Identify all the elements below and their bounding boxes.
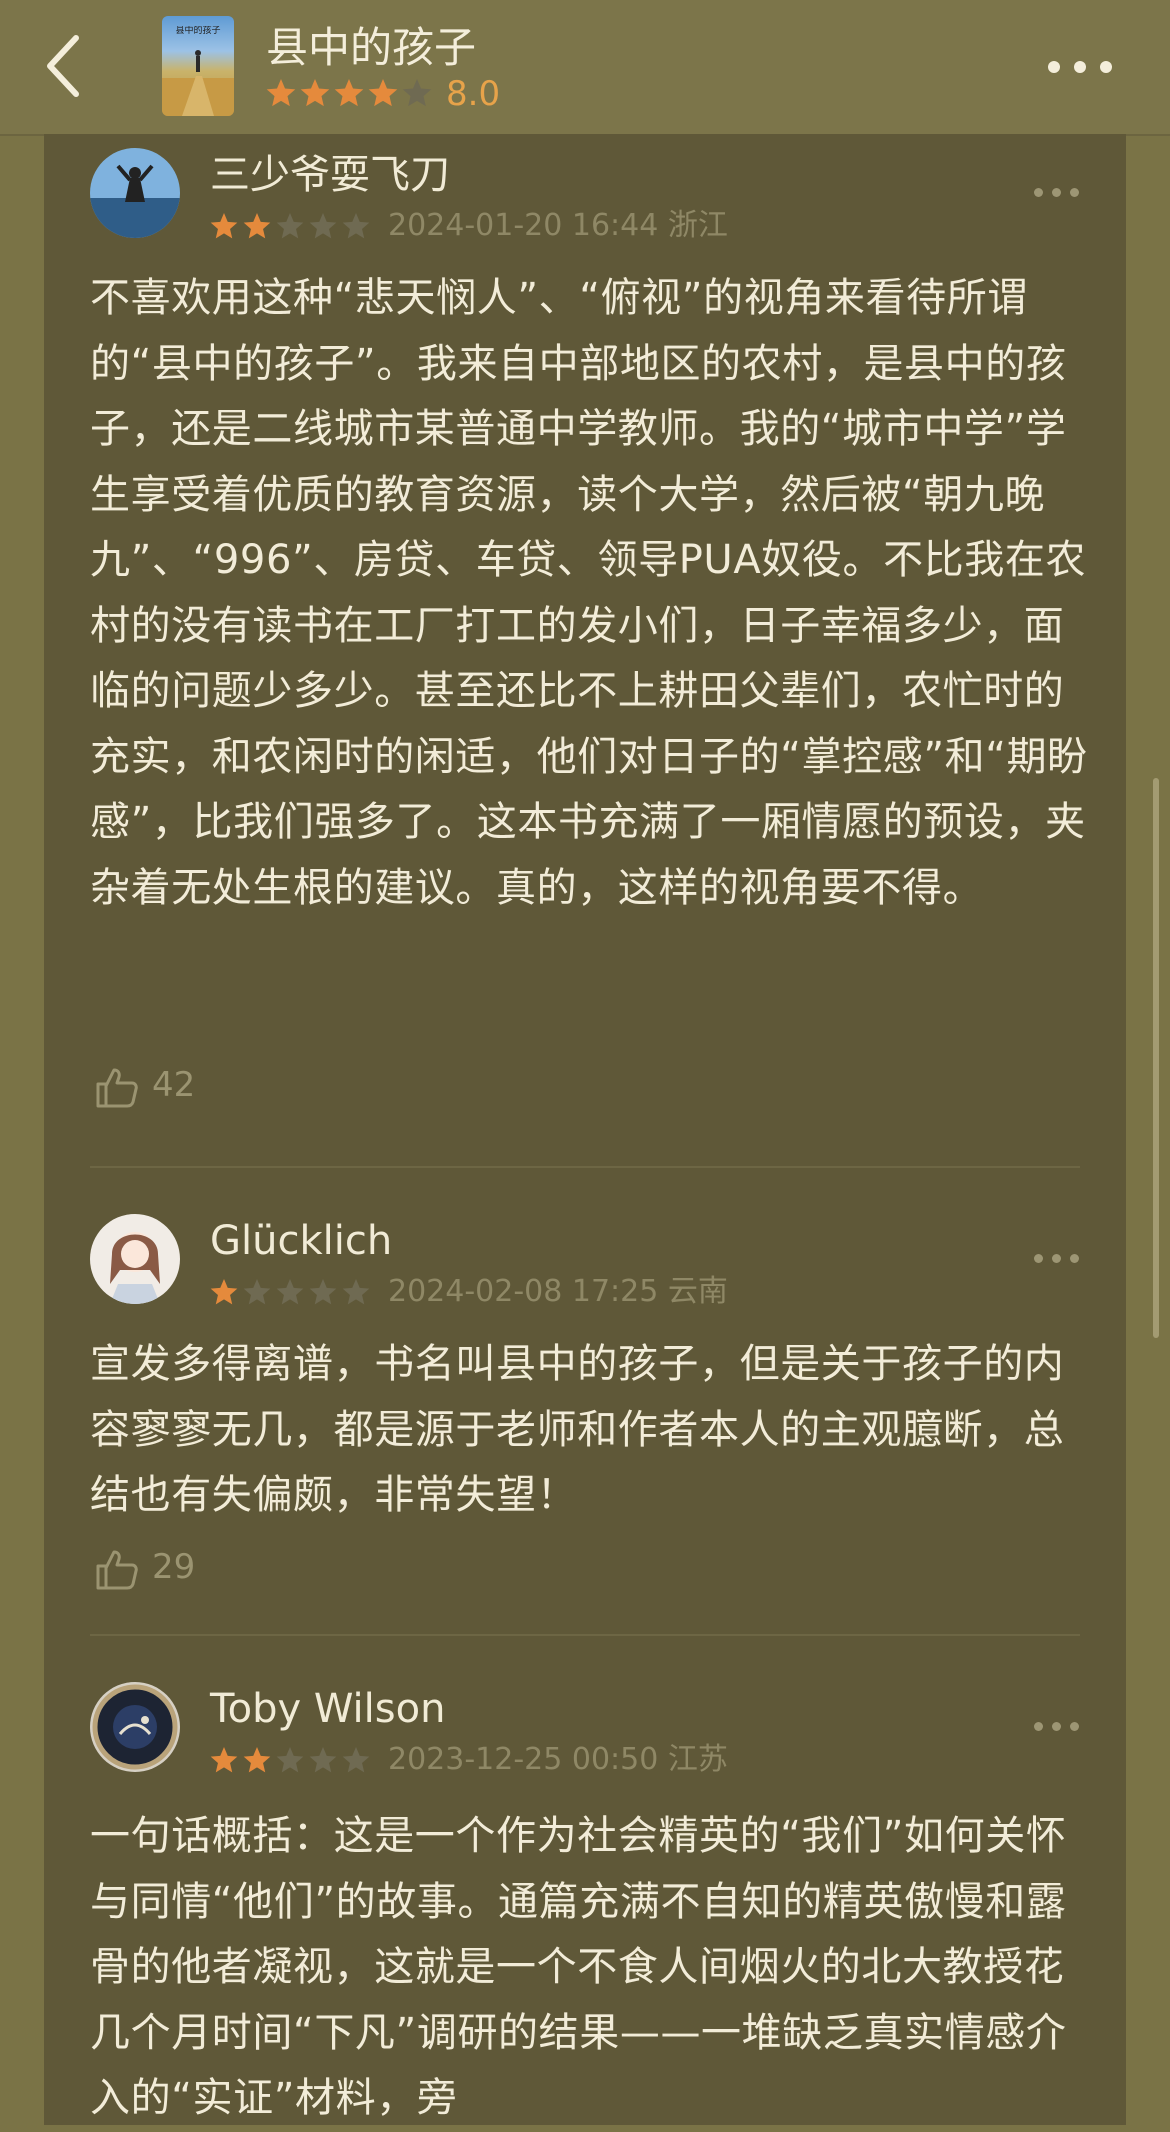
scrollbar[interactable] [1153, 778, 1159, 1338]
thumbs-up-icon [96, 1068, 138, 1108]
star-filled-icon [210, 1279, 238, 1305]
star-empty-icon [276, 1747, 304, 1773]
chevron-left-icon [47, 35, 79, 97]
star-filled-icon [210, 1747, 238, 1773]
star-empty-icon [342, 213, 370, 239]
more-options-button[interactable] [1046, 52, 1114, 82]
avatar[interactable] [90, 148, 180, 238]
star-empty-icon [276, 1279, 304, 1305]
review-username[interactable]: Toby Wilson [210, 1684, 445, 1734]
like-count: 42 [152, 1065, 196, 1105]
divider [90, 1634, 1080, 1636]
review-text: 宣发多得离谱，书名叫县中的孩子，但是关于孩子的内容寥寥无几，都是源于老师和作者本… [90, 1341, 1065, 1518]
star-empty-icon [276, 213, 304, 239]
review-rating-stars [210, 1279, 370, 1305]
star-filled-icon [243, 213, 271, 239]
star-empty-icon [342, 1747, 370, 1773]
avatar[interactable] [90, 1214, 180, 1304]
review-text: 不喜欢用这种“悲天悯人”、“俯视”的视角来看待所谓的“县中的孩子”。我来自中部地… [90, 275, 1088, 911]
star-filled-icon [368, 79, 398, 107]
review-username[interactable]: Glücklich [210, 1216, 392, 1266]
cover-illustration [162, 50, 234, 116]
star-empty-icon [243, 1279, 271, 1305]
review-more-button[interactable] [1034, 1722, 1080, 1734]
divider [90, 1166, 1080, 1168]
star-empty-icon [309, 1279, 337, 1305]
book-rating-score: 8.0 [446, 74, 501, 114]
star-empty-icon [342, 1279, 370, 1305]
star-empty-icon [309, 1747, 337, 1773]
review-more-button[interactable] [1034, 188, 1080, 200]
app-header: 县中的孩子 县中的孩子 8.0 [0, 0, 1170, 136]
review-timestamp-location: 2024-01-20 16:44 浙江 [388, 208, 728, 243]
star-empty-icon [309, 213, 337, 239]
review-rating-stars [210, 213, 370, 239]
review-timestamp-location: 2023-12-25 00:50 江苏 [388, 1742, 728, 1777]
review-text: 一句话概括：这是一个作为社会精英的“我们”如何关怀与同情“他们”的故事。通篇充满… [90, 1813, 1067, 2121]
review-more-button[interactable] [1034, 1254, 1080, 1266]
review-rating-stars [210, 1747, 370, 1773]
book-title: 县中的孩子 [266, 23, 477, 72]
star-filled-icon [300, 79, 330, 107]
like-count: 29 [152, 1547, 196, 1587]
star-filled-icon [210, 213, 238, 239]
thumbs-up-icon [96, 1550, 138, 1590]
review-username[interactable]: 三少爷耍飞刀 [210, 150, 450, 200]
book-rating-stars [266, 78, 436, 110]
star-filled-icon [266, 79, 296, 107]
star-filled-icon [334, 79, 364, 107]
book-cover[interactable]: 县中的孩子 [162, 16, 234, 116]
star-filled-icon [243, 1747, 271, 1773]
star-empty-icon [402, 79, 432, 107]
review-timestamp-location: 2024-02-08 17:25 云南 [388, 1274, 728, 1309]
back-button[interactable] [40, 30, 96, 102]
avatar[interactable] [90, 1682, 180, 1772]
